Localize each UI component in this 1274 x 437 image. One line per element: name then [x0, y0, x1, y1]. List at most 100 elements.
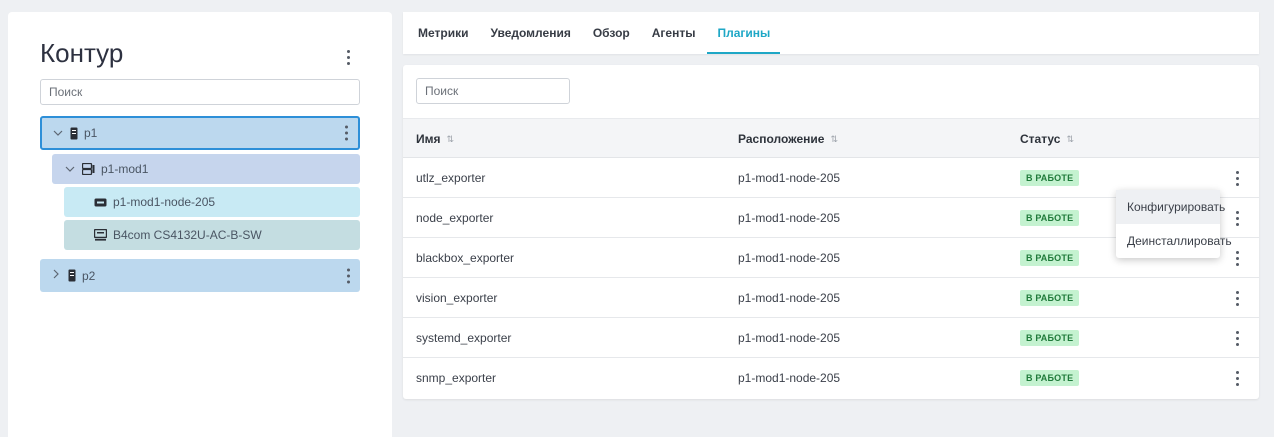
status-badge: В РАБОТЕ: [1020, 370, 1080, 386]
tree-item-label: p2: [82, 268, 96, 283]
status-badge: В РАБОТЕ: [1020, 290, 1080, 306]
column-header-label: Статус: [1020, 132, 1061, 146]
plugin-location: p1-mod1-node-205: [738, 211, 841, 225]
plugin-location: p1-mod1-node-205: [738, 371, 841, 385]
plugin-name: node_exporter: [416, 211, 494, 225]
status-cell: В РАБОТЕ: [1020, 278, 1080, 318]
kebab-dot-icon: [1235, 250, 1239, 254]
tree-item-label: p1: [84, 126, 98, 140]
tab-overview[interactable]: Обзор: [591, 12, 632, 54]
tree-item-p2[interactable]: p2: [40, 259, 360, 292]
tab-bar: Метрики Уведомления Обзор Агенты Плагины: [403, 12, 1259, 54]
outline-panel: Контур p1 p1-mod1 p1-mod1-node: [8, 12, 392, 437]
kebab-dot-icon: [1235, 330, 1239, 334]
kebab-dot-icon: [1235, 382, 1239, 386]
tree-item-more-button[interactable]: [345, 125, 348, 141]
plugin-location: p1-mod1-node-205: [738, 251, 841, 265]
tab-plugins[interactable]: Плагины: [707, 12, 781, 54]
column-header-name[interactable]: Имя ⇅: [416, 119, 454, 159]
status-cell: В РАБОТЕ: [1020, 358, 1080, 398]
kebab-dot-icon: [1235, 210, 1239, 214]
outline-search-input[interactable]: [40, 79, 360, 105]
row-more-button[interactable]: [1232, 210, 1242, 226]
row-more-button[interactable]: [1232, 170, 1242, 186]
tree-item-p1[interactable]: p1: [40, 116, 360, 150]
row-more-button[interactable]: [1232, 290, 1242, 306]
column-header-status[interactable]: Статус ⇅: [1020, 119, 1074, 159]
plugin-name: systemd_exporter: [416, 331, 512, 345]
tree-item-label: p1-mod1-node-205: [113, 195, 216, 209]
kebab-dot-icon: [346, 55, 350, 59]
plugin-name: blackbox_exporter: [416, 251, 515, 265]
table-row[interactable]: systemd_exporter p1-mod1-node-205 В РАБО…: [403, 318, 1259, 358]
kebab-dot-icon: [347, 274, 350, 277]
kebab-dot-icon: [346, 49, 350, 53]
plugin-name: vision_exporter: [416, 291, 498, 305]
sort-icon: ⇅: [446, 133, 455, 144]
menu-item-uninstall[interactable]: Деинсталлировать: [1116, 224, 1232, 258]
kebab-dot-icon: [1235, 376, 1239, 380]
status-badge: В РАБОТЕ: [1020, 170, 1080, 186]
kebab-dot-icon: [1235, 342, 1239, 346]
chevron-down-icon[interactable]: [52, 127, 64, 139]
column-header-label: Расположение: [738, 132, 825, 146]
row-context-menu: Конфигурировать Деинсталлировать: [1116, 190, 1232, 258]
plugin-location: p1-mod1-node-205: [738, 291, 841, 305]
column-header-label: Имя: [416, 132, 441, 146]
chevron-right-icon[interactable]: [50, 269, 62, 282]
tab-metrics[interactable]: Метрики: [416, 12, 470, 54]
kebab-dot-icon: [1235, 290, 1239, 294]
tree-item-more-button[interactable]: [347, 268, 350, 283]
sort-icon: ⇅: [1066, 133, 1074, 144]
kebab-dot-icon: [1235, 256, 1239, 260]
kebab-dot-icon: [1235, 296, 1239, 300]
row-more-button[interactable]: [1232, 330, 1242, 346]
table-row[interactable]: vision_exporter p1-mod1-node-205 В РАБОТ…: [403, 278, 1259, 318]
row-more-button[interactable]: [1232, 370, 1242, 386]
kebab-dot-icon: [347, 280, 350, 283]
status-cell: В РАБОТЕ: [1020, 158, 1080, 198]
status-badge: В РАБОТЕ: [1020, 330, 1080, 346]
status-badge: В РАБОТЕ: [1020, 210, 1080, 226]
tree-item-p1-mod1[interactable]: p1-mod1: [52, 154, 360, 184]
status-cell: В РАБОТЕ: [1020, 318, 1080, 358]
kebab-dot-icon: [1235, 222, 1239, 226]
menu-item-configure[interactable]: Конфигурировать: [1116, 190, 1225, 224]
plugin-name: snmp_exporter: [416, 371, 497, 385]
outline-title: Контур: [40, 38, 124, 68]
kebab-dot-icon: [1235, 182, 1239, 186]
kebab-dot-icon: [345, 131, 348, 135]
module-icon: [82, 163, 95, 175]
plugins-search-input[interactable]: [416, 78, 570, 104]
table-row[interactable]: snmp_exporter p1-mod1-node-205 В РАБОТЕ: [403, 358, 1259, 398]
table-header: Имя ⇅ Расположение ⇅ Статус ⇅: [403, 118, 1259, 158]
kebab-dot-icon: [1235, 176, 1239, 180]
tab-notifications[interactable]: Уведомления: [488, 12, 572, 54]
column-header-location[interactable]: Расположение ⇅: [738, 119, 838, 159]
cabinet-icon: [68, 269, 76, 282]
kebab-dot-icon: [1235, 302, 1239, 306]
plugin-location: p1-mod1-node-205: [738, 171, 841, 185]
kebab-dot-icon: [1235, 336, 1239, 340]
kebab-dot-icon: [346, 61, 350, 65]
row-more-button[interactable]: [1232, 250, 1242, 266]
kebab-dot-icon: [1235, 216, 1239, 220]
kebab-dot-icon: [1235, 262, 1239, 266]
plugin-location: p1-mod1-node-205: [738, 331, 841, 345]
status-badge: В РАБОТЕ: [1020, 250, 1080, 266]
kebab-dot-icon: [345, 137, 348, 141]
cabinet-icon: [70, 127, 78, 140]
tree-item-label: p1-mod1: [101, 162, 149, 176]
tree-item-label: B4com CS4132U-AC-B-SW: [113, 228, 262, 242]
tree-item-node-205[interactable]: p1-mod1-node-205: [64, 187, 360, 217]
server-node-icon: [94, 198, 107, 207]
tab-agents[interactable]: Агенты: [650, 12, 698, 54]
switch-icon: [94, 229, 107, 241]
status-cell: В РАБОТЕ: [1020, 238, 1080, 278]
kebab-dot-icon: [345, 125, 348, 129]
sort-icon: ⇅: [830, 133, 838, 144]
tree-item-switch[interactable]: B4com CS4132U-AC-B-SW: [64, 220, 360, 250]
chevron-down-icon[interactable]: [64, 163, 76, 175]
plugin-name: utlz_exporter: [416, 171, 486, 185]
outline-more-button[interactable]: [338, 46, 358, 68]
